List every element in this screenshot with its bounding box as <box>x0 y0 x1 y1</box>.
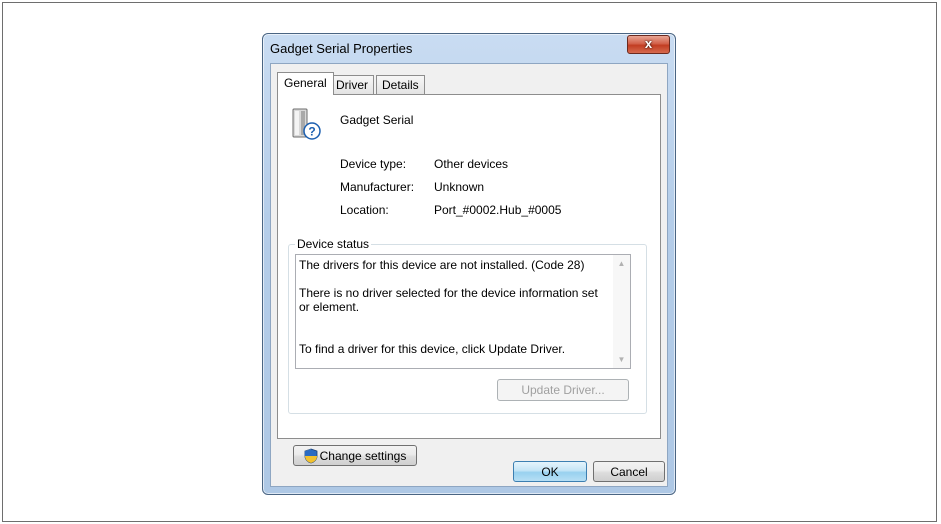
tab-general[interactable]: General <box>277 72 334 95</box>
location-value: Port_#0002.Hub_#0005 <box>434 203 562 217</box>
manufacturer-label: Manufacturer: <box>340 180 415 194</box>
close-icon: x <box>644 36 653 51</box>
device-status-group: Device status The drivers for this devic… <box>288 237 647 414</box>
status-scrollbar[interactable]: ▲ ▼ <box>613 255 630 368</box>
device-type-value: Other devices <box>434 157 509 171</box>
cancel-button[interactable]: Cancel <box>593 461 665 482</box>
location-label: Location: <box>340 203 389 217</box>
device-status-label: Device status <box>295 237 372 251</box>
ok-button[interactable]: OK <box>513 461 587 482</box>
unknown-device-icon: ? <box>290 107 324 141</box>
status-line-explanation: There is no driver selected for the devi… <box>299 286 598 314</box>
manufacturer-value: Unknown <box>434 180 485 194</box>
change-settings-label: Change settings <box>319 449 407 463</box>
tab-driver[interactable]: Driver <box>330 75 374 94</box>
update-driver-button[interactable]: Update Driver... <box>497 379 629 401</box>
close-button[interactable]: x <box>627 35 670 54</box>
device-type-label: Device type: <box>340 157 407 171</box>
scroll-down-icon[interactable]: ▼ <box>613 351 630 368</box>
tab-details[interactable]: Details <box>376 75 425 94</box>
device-status-textbox[interactable]: The drivers for this device are not inst… <box>295 254 631 369</box>
scroll-up-icon[interactable]: ▲ <box>613 255 630 272</box>
properties-dialog: Gadget Serial Properties x General Drive… <box>262 33 676 495</box>
status-text: The drivers for this device are not inst… <box>299 258 609 368</box>
window-title: Gadget Serial Properties <box>270 41 413 56</box>
title-bar[interactable]: Gadget Serial Properties x <box>263 34 675 62</box>
device-name: Gadget Serial <box>340 113 414 127</box>
status-line-code: The drivers for this device are not inst… <box>299 258 585 272</box>
uac-shield-icon <box>304 448 318 464</box>
dialog-client-area: General Driver Details ? Gadget Serial D… <box>270 63 668 487</box>
change-settings-button[interactable]: Change settings <box>293 445 417 466</box>
svg-text:?: ? <box>308 125 315 139</box>
status-line-instruction: To find a driver for this device, click … <box>299 342 566 356</box>
general-tab-panel: ? Gadget Serial Device type: Other devic… <box>277 94 661 439</box>
